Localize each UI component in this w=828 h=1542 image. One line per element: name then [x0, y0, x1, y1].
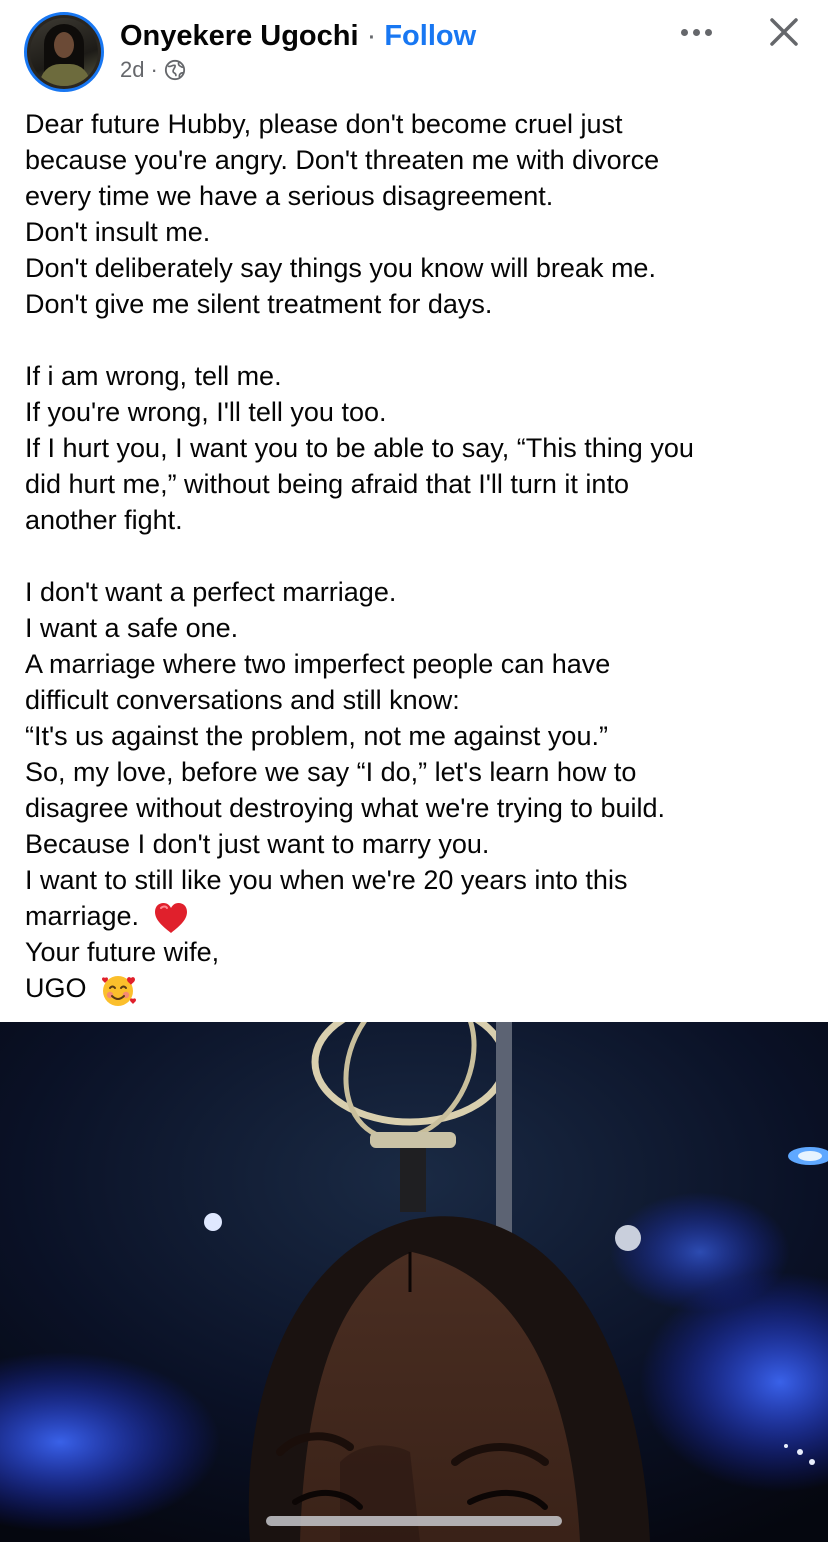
red-heart-emoji [154, 902, 187, 933]
author-name[interactable]: Onyekere Ugochi [120, 20, 359, 52]
post-photo[interactable] [0, 1022, 828, 1542]
post-text-line: I don't want a perfect marriage. [25, 577, 397, 607]
post-time[interactable]: 2d [120, 56, 144, 84]
post-text-line-with-emoji: UGO [25, 970, 815, 1006]
post-text-line: If I hurt you, I want you to be able to … [25, 433, 694, 463]
post-text-line: disagree without destroying what we're t… [25, 793, 665, 823]
post-text-line: Your future wife, [25, 937, 220, 967]
more-horizontal-icon[interactable] [676, 18, 716, 46]
post-text-line: Don't insult me. [25, 217, 211, 247]
name-separator: · [366, 20, 377, 52]
post-meta: 2d · [120, 56, 186, 84]
smiling-face-with-hearts-emoji [102, 975, 137, 1006]
post-text-line: If you're wrong, I'll tell you too. [25, 397, 387, 427]
post-header: Onyekere Ugochi · Follow 2d · [0, 0, 828, 100]
post-text-line: Because I don't just want to marry you. [25, 829, 490, 859]
post-text-line: Don't deliberately say things you know w… [25, 253, 656, 283]
post-text-line: every time we have a serious disagreemen… [25, 181, 554, 211]
post-text-line: Dear future Hubby, please don't become c… [25, 109, 623, 139]
close-icon[interactable] [764, 12, 804, 52]
post-text-line: because you're angry. Don't threaten me … [25, 145, 660, 175]
follow-button[interactable]: Follow [384, 20, 476, 52]
post-text-line [25, 322, 815, 358]
post-text-line: I want to still like you when we're 20 y… [25, 865, 628, 895]
post-text-line: I want a safe one. [25, 613, 239, 643]
meta-separator: · [150, 57, 158, 82]
post-text-line: UGO [25, 973, 87, 1003]
post-text-line: another fight. [25, 505, 183, 535]
post-photo-image [0, 1022, 828, 1542]
post-text-line: A marriage where two imperfect people ca… [25, 649, 611, 679]
avatar[interactable] [24, 12, 104, 92]
post-text-line: “It's us against the problem, not me aga… [25, 721, 608, 751]
post-text-line: Don't give me silent treatment for days. [25, 289, 493, 319]
post-text-line: If i am wrong, tell me. [25, 361, 282, 391]
post-text-line: did hurt me,” without being afraid that … [25, 469, 629, 499]
post-text-line-with-emoji: marriage. [25, 898, 815, 934]
post-text-line: marriage. [25, 901, 140, 931]
post-text-line: difficult conversations and still know: [25, 685, 460, 715]
avatar-image [30, 18, 98, 86]
post-text-line: So, my love, before we say “I do,” let's… [25, 757, 637, 787]
home-indicator[interactable] [266, 1516, 562, 1526]
post-text: Dear future Hubby, please don't become c… [25, 106, 815, 1006]
post-text-line [25, 538, 815, 574]
author-line: Onyekere Ugochi · Follow [120, 18, 476, 54]
globe-icon [164, 59, 185, 81]
